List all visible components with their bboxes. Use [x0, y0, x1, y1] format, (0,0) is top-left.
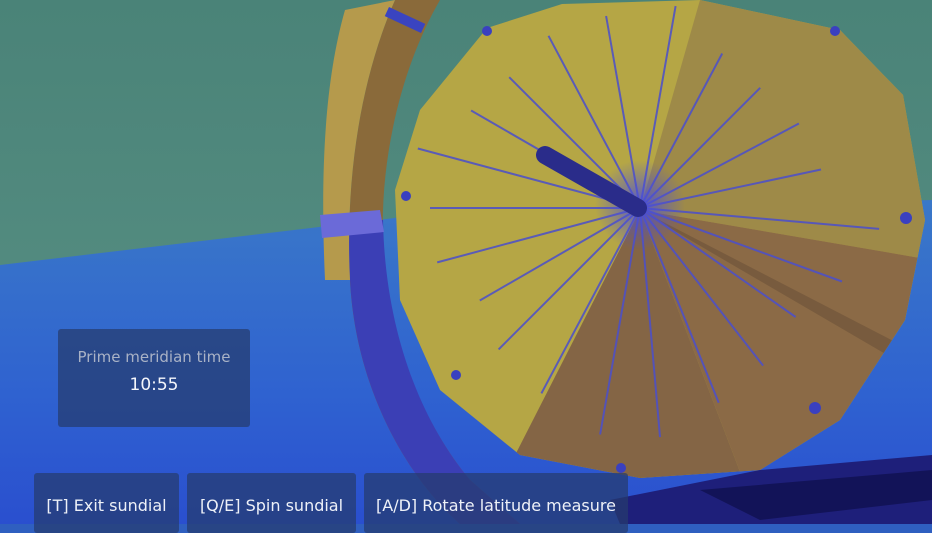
time-panel: Prime meridian time 10:55 — [58, 329, 250, 427]
exit-sundial-hint: [T] Exit sundial — [34, 473, 179, 533]
sundial-scene — [0, 0, 932, 524]
time-value: 10:55 — [129, 375, 179, 395]
spin-sundial-hint: [Q/E] Spin sundial — [187, 473, 356, 533]
rotate-latitude-hint: [A/D] Rotate latitude measure — [364, 473, 628, 533]
time-label: Prime meridian time — [77, 348, 231, 366]
